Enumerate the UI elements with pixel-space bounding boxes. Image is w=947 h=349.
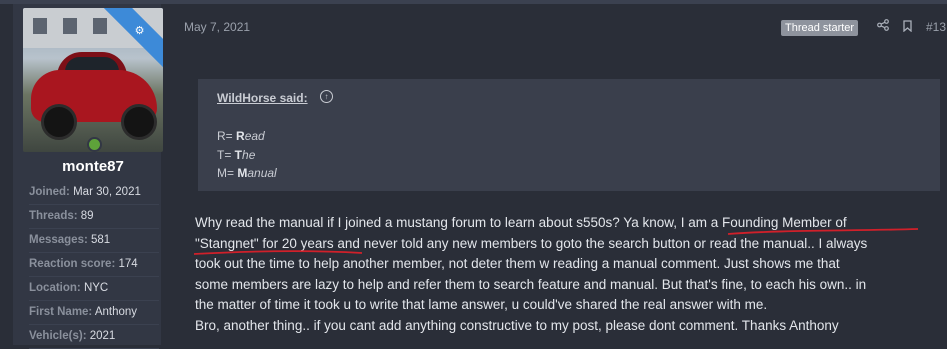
red-annotation-underline: [193, 228, 919, 255]
